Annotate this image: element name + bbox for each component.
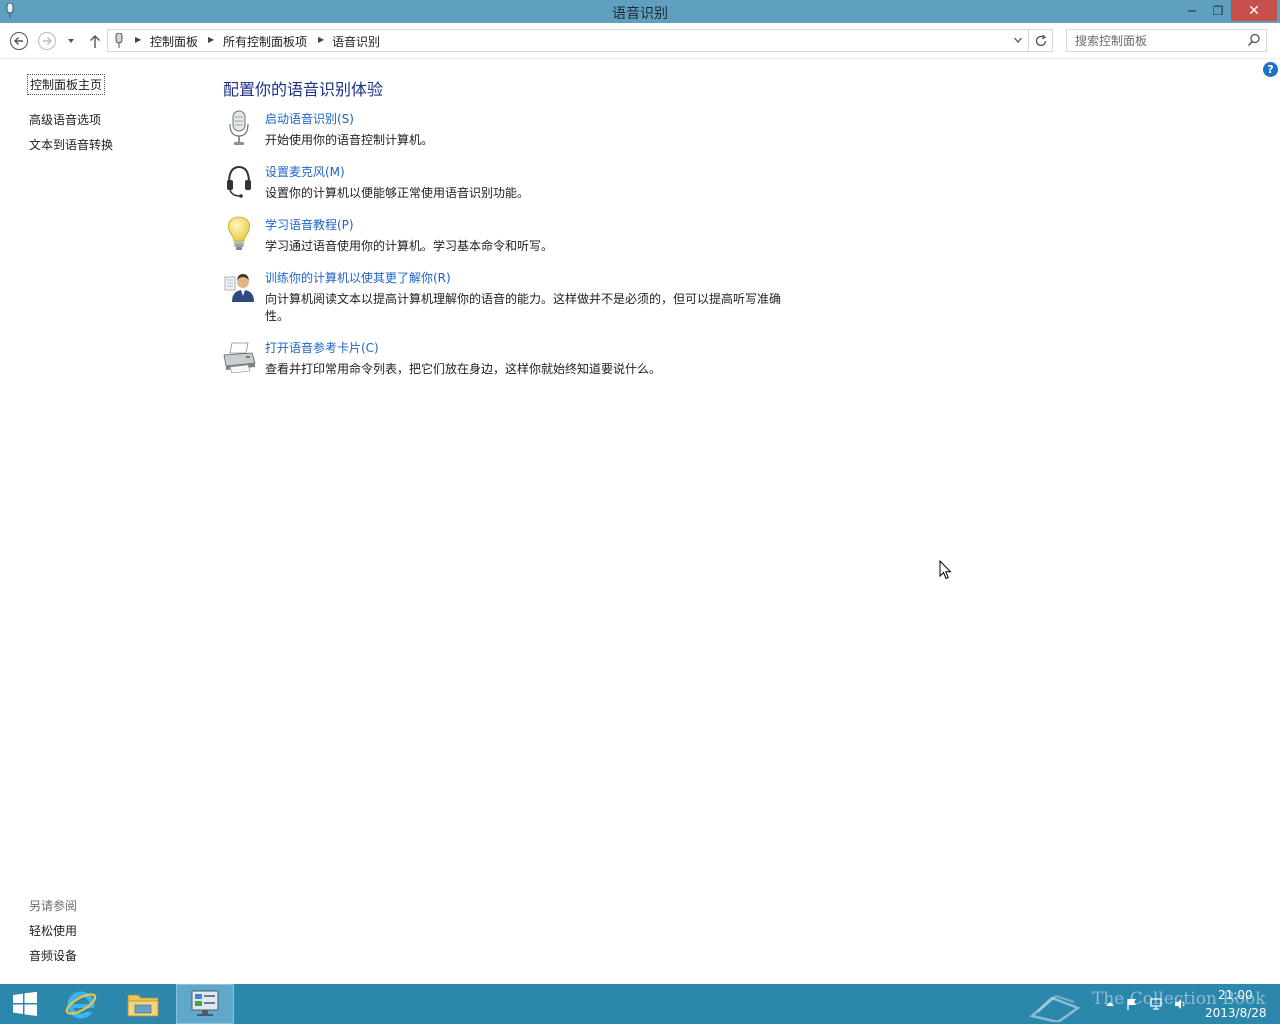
- task-speech-tutorial: 学习语音教程(P) 学习通过语音使用你的计算机。学习基本命令和听写。: [222, 216, 822, 258]
- refresh-icon: [1035, 34, 1046, 46]
- printer-icon: [223, 342, 256, 374]
- task-start-speech-recognition: 启动语音识别(S) 开始使用你的语音控制计算机。: [222, 110, 822, 152]
- forward-button[interactable]: [37, 31, 57, 51]
- internet-explorer-icon: [65, 991, 97, 1019]
- chevron-down-icon: [1014, 37, 1022, 43]
- open-reference-card-link[interactable]: 打开语音参考卡片(C): [265, 339, 379, 356]
- minimize-button[interactable]: ─: [1179, 0, 1205, 21]
- title-bar: 语音识别 ─ ❐ ✕: [0, 0, 1280, 23]
- volume-icon[interactable]: [1174, 998, 1186, 1010]
- refresh-button[interactable]: [1029, 29, 1053, 52]
- folder-icon: [127, 994, 159, 1017]
- forward-arrow-icon: [38, 32, 56, 50]
- speech-tutorial-link[interactable]: 学习语音教程(P): [265, 216, 354, 233]
- internet-explorer-button[interactable]: [57, 984, 105, 1024]
- address-bar[interactable]: ▶ 控制面板 ▶ 所有控制面板项 ▶ 语音识别: [107, 29, 1029, 52]
- clock-date[interactable]: 2013/8/28: [1205, 1006, 1267, 1020]
- task-description: 查看并打印常用命令列表，把它们放在身边，这样你就始终知道要说什么。: [265, 362, 662, 376]
- setup-microphone-link[interactable]: 设置麦克风(M): [265, 163, 345, 180]
- back-arrow-icon: [10, 32, 28, 50]
- task-reference-card: 打开语音参考卡片(C) 查看并打印常用命令列表，把它们放在身边，这样你就始终知道…: [222, 339, 822, 381]
- search-icon[interactable]: [1247, 33, 1261, 47]
- search-input[interactable]: [1067, 30, 1242, 51]
- headset-icon: [227, 165, 251, 198]
- maximize-button[interactable]: ❐: [1205, 0, 1231, 21]
- lightbulb-icon: [228, 216, 250, 250]
- file-explorer-button[interactable]: [117, 984, 169, 1024]
- train-computer-link[interactable]: 训练你的计算机以使其更了解你(R): [265, 269, 451, 286]
- recent-locations-button[interactable]: [63, 31, 79, 51]
- network-icon[interactable]: [1150, 998, 1162, 1010]
- task-description: 向计算机阅读文本以提高计算机理解你的语音的能力。这样做并不是必须的，但可以提高听…: [265, 292, 782, 323]
- task-train-computer: 训练你的计算机以使其更了解你(R) 向计算机阅读文本以提高计算机理解你的语音的能…: [222, 269, 822, 329]
- control-panel-home-link[interactable]: 控制面板主页: [27, 74, 106, 95]
- user-training-icon: [224, 274, 254, 302]
- help-button[interactable]: ?: [1263, 62, 1278, 77]
- ease-of-access-link[interactable]: 轻松使用: [29, 922, 77, 939]
- task-description: 学习通过语音使用你的计算机。学习基本命令和听写。: [265, 239, 554, 253]
- chevron-right-icon[interactable]: ▶: [318, 35, 324, 44]
- task-setup-microphone: 设置麦克风(M) 设置你的计算机以便能够正常使用语音识别功能。: [222, 163, 822, 205]
- breadcrumb-all-items[interactable]: 所有控制面板项: [223, 33, 307, 50]
- address-dropdown-button[interactable]: [1008, 29, 1028, 50]
- chevron-down-icon: [68, 39, 74, 43]
- search-box[interactable]: [1066, 29, 1267, 52]
- page-title: 配置你的语音识别体验: [223, 80, 384, 99]
- close-button[interactable]: ✕: [1231, 0, 1277, 21]
- start-button[interactable]: [0, 984, 50, 1024]
- mouse-cursor-icon: [939, 560, 952, 580]
- see-also-heading: 另请参阅: [29, 899, 78, 913]
- clock-time[interactable]: 21:00: [1218, 988, 1253, 1002]
- up-button[interactable]: [85, 31, 105, 51]
- microphone-icon: [115, 33, 123, 48]
- window-title: 语音识别: [612, 6, 668, 22]
- up-arrow-icon: [90, 35, 100, 48]
- breadcrumb-speech-recognition[interactable]: 语音识别: [332, 33, 380, 50]
- back-button[interactable]: [9, 31, 29, 51]
- chevron-right-icon[interactable]: ▶: [208, 35, 214, 44]
- control-panel-icon: [191, 990, 219, 1016]
- start-speech-recognition-link[interactable]: 启动语音识别(S): [265, 110, 354, 127]
- windows-logo-icon: [13, 991, 37, 1016]
- show-hidden-icons-icon[interactable]: [1104, 998, 1116, 1010]
- action-center-flag-icon[interactable]: [1126, 998, 1138, 1010]
- chevron-right-icon[interactable]: ▶: [135, 35, 141, 44]
- text-to-speech-link[interactable]: 文本到语音转换: [29, 136, 113, 153]
- breadcrumb-control-panel[interactable]: 控制面板: [150, 33, 198, 50]
- navigation-bar: ▶ 控制面板 ▶ 所有控制面板项 ▶ 语音识别: [0, 23, 1280, 59]
- taskbar: The Collection Book 21:00 2013/8/28: [0, 984, 1280, 1024]
- task-description: 开始使用你的语音控制计算机。: [265, 133, 434, 147]
- microphone-icon: [229, 110, 249, 145]
- task-description: 设置你的计算机以便能够正常使用语音识别功能。: [265, 186, 530, 200]
- advanced-speech-options-link[interactable]: 高级语音选项: [29, 111, 101, 128]
- audio-devices-link[interactable]: 音频设备: [29, 947, 77, 964]
- control-panel-taskbar-button[interactable]: [176, 984, 234, 1024]
